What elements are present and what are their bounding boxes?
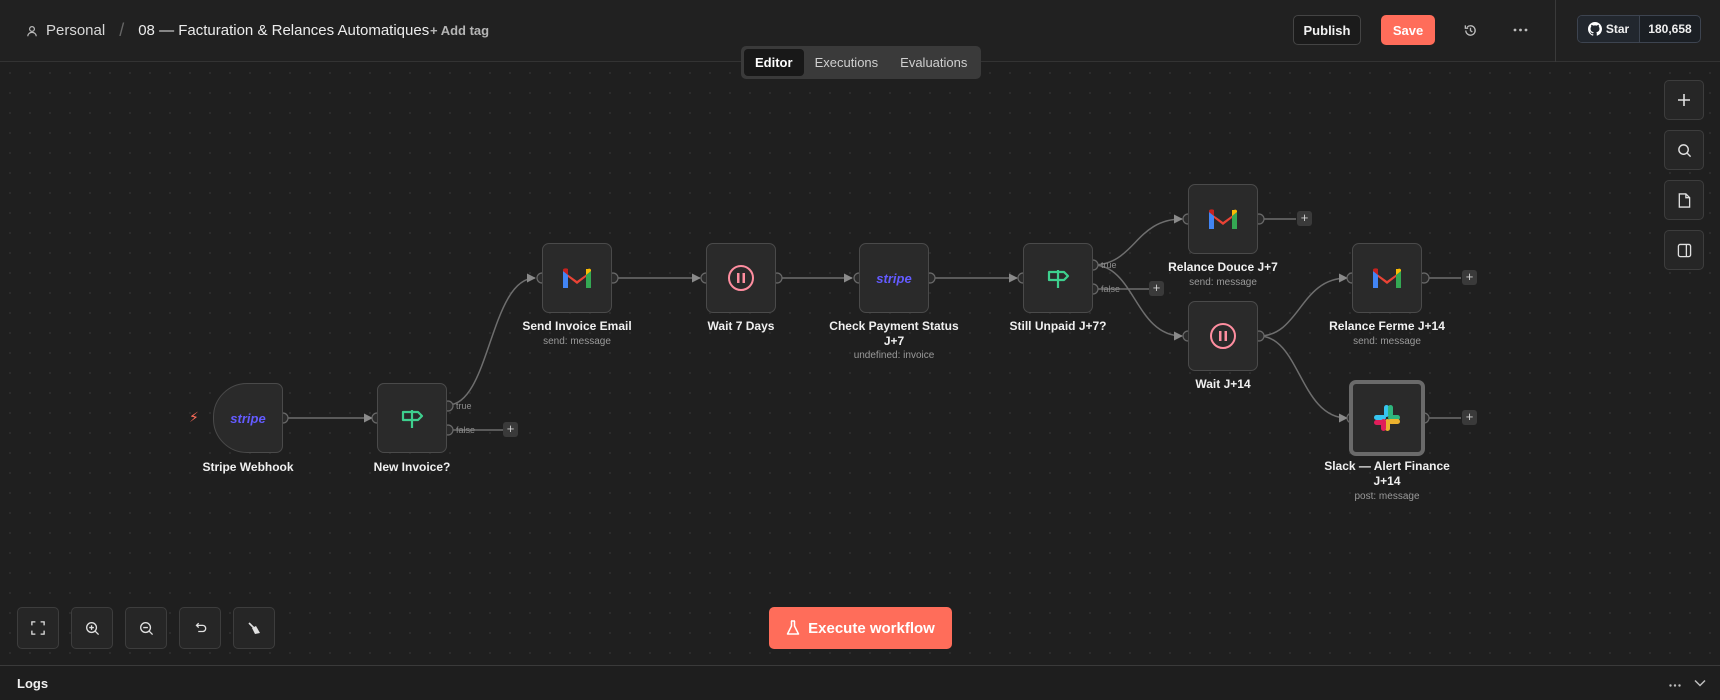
sticky-note-button[interactable] bbox=[1664, 180, 1704, 220]
pause-icon bbox=[728, 265, 754, 291]
zoom-out-icon bbox=[139, 621, 153, 635]
broom-icon bbox=[248, 622, 260, 634]
node-label-wait-j14: Wait J+14 bbox=[1195, 377, 1251, 391]
person-icon bbox=[27, 25, 37, 36]
gmail-logo-icon bbox=[1373, 268, 1401, 288]
header-divider bbox=[1555, 0, 1556, 62]
branch-true-label: true bbox=[1101, 260, 1117, 270]
node-still-unpaid[interactable] bbox=[1023, 243, 1093, 313]
node-relance-douce[interactable] bbox=[1188, 184, 1258, 254]
panel-icon bbox=[1677, 243, 1691, 257]
node-label-stripe-webhook: Stripe Webhook bbox=[202, 460, 294, 474]
node-label-check-payment-status: Check Payment Status J+7 bbox=[829, 319, 959, 348]
node-label-slack-alert: Slack — Alert Finance J+14 bbox=[1324, 459, 1450, 488]
stripe-logo-icon: stripe bbox=[230, 410, 266, 426]
node-wait-7-days[interactable] bbox=[706, 243, 776, 313]
plus-icon bbox=[1678, 94, 1690, 106]
pause-icon bbox=[1210, 323, 1236, 349]
gmail-logo-icon bbox=[1209, 209, 1237, 229]
tidy-up-button[interactable] bbox=[233, 607, 275, 649]
node-check-payment-status[interactable]: stripe bbox=[859, 243, 929, 313]
tab-evaluations[interactable]: Evaluations bbox=[889, 49, 978, 76]
flask-icon bbox=[786, 620, 800, 635]
node-new-invoice[interactable] bbox=[377, 383, 447, 453]
node-label-send-invoice-email: Send Invoice Email bbox=[522, 319, 632, 333]
github-icon bbox=[1587, 22, 1602, 36]
github-star-count[interactable]: 180,658 bbox=[1640, 16, 1700, 42]
zoom-in-button[interactable] bbox=[71, 607, 113, 649]
github-star-widget[interactable]: Star 180,658 bbox=[1577, 15, 1701, 43]
workflow-canvas[interactable] bbox=[0, 63, 1720, 665]
add-tag-button[interactable]: + Add tag bbox=[430, 23, 489, 38]
history-icon[interactable] bbox=[1460, 20, 1480, 40]
publish-button[interactable]: Publish bbox=[1293, 15, 1361, 45]
toggle-panel-button[interactable] bbox=[1664, 230, 1704, 270]
add-node-button[interactable]: + bbox=[1462, 410, 1477, 425]
search-button[interactable] bbox=[1664, 130, 1704, 170]
branch-false-label: false bbox=[1101, 284, 1121, 294]
add-node-button[interactable]: + bbox=[1297, 211, 1312, 226]
github-star-button[interactable]: Star bbox=[1578, 16, 1640, 42]
more-options-icon[interactable] bbox=[1510, 20, 1530, 40]
node-slack-alert[interactable] bbox=[1349, 380, 1425, 456]
fit-view-button[interactable] bbox=[17, 607, 59, 649]
view-tabs: Editor Executions Evaluations bbox=[741, 46, 981, 79]
branch-true-label: true bbox=[456, 401, 472, 411]
tab-editor[interactable]: Editor bbox=[744, 49, 804, 76]
breadcrumb-separator: / bbox=[119, 20, 125, 40]
note-icon bbox=[1678, 192, 1691, 208]
node-label-wait-7-days: Wait 7 Days bbox=[707, 319, 775, 333]
save-button[interactable]: Save bbox=[1381, 15, 1435, 45]
execute-workflow-label: Execute workflow bbox=[808, 619, 935, 637]
trigger-bolt-icon: ⚡ bbox=[189, 409, 199, 425]
node-label-relance-douce: Relance Douce J+7 bbox=[1168, 260, 1278, 274]
tab-executions[interactable]: Executions bbox=[804, 49, 890, 76]
zoom-in-icon bbox=[85, 621, 99, 635]
gmail-logo-icon bbox=[563, 268, 591, 288]
node-subtitle-check-payment-status: undefined: invoice bbox=[853, 350, 935, 361]
node-subtitle-slack-alert: post: message bbox=[1354, 491, 1420, 502]
node-subtitle-relance-douce: send: message bbox=[1189, 277, 1257, 288]
add-node-button[interactable]: + bbox=[1462, 270, 1477, 285]
node-subtitle-send-invoice-email: send: message bbox=[543, 336, 611, 347]
undo-icon bbox=[195, 622, 207, 633]
logs-panel[interactable]: Logs bbox=[0, 665, 1720, 700]
node-label-new-invoice: New Invoice? bbox=[373, 460, 451, 474]
breadcrumb: Personal / 08 — Facturation & Relances A… bbox=[26, 20, 429, 41]
node-relance-ferme[interactable] bbox=[1352, 243, 1422, 313]
workflow-title[interactable]: 08 — Facturation & Relances Automatiques bbox=[138, 22, 429, 39]
signpost-icon bbox=[401, 410, 424, 428]
node-label-still-unpaid: Still Unpaid J+7? bbox=[1009, 319, 1107, 333]
execute-workflow-button[interactable]: Execute workflow bbox=[769, 607, 952, 649]
zoom-out-button[interactable] bbox=[125, 607, 167, 649]
chevron-down-icon[interactable] bbox=[1694, 675, 1706, 690]
search-icon bbox=[1677, 143, 1691, 157]
logs-title: Logs bbox=[17, 676, 49, 691]
github-star-label: Star bbox=[1605, 22, 1630, 36]
fullscreen-icon bbox=[31, 621, 45, 635]
add-node-button[interactable]: + bbox=[503, 422, 518, 437]
node-subtitle-relance-ferme: send: message bbox=[1353, 336, 1421, 347]
branch-false-label: false bbox=[456, 425, 476, 435]
logs-more-icon[interactable] bbox=[1669, 675, 1681, 690]
add-node-panel-button[interactable] bbox=[1664, 80, 1704, 120]
reset-zoom-button[interactable] bbox=[179, 607, 221, 649]
slack-logo-icon bbox=[1374, 405, 1400, 431]
stripe-logo-icon: stripe bbox=[876, 270, 912, 286]
breadcrumb-project[interactable]: Personal bbox=[46, 22, 105, 39]
node-send-invoice-email[interactable] bbox=[542, 243, 612, 313]
node-stripe-webhook[interactable]: stripe bbox=[213, 383, 283, 453]
signpost-icon bbox=[1047, 270, 1070, 288]
node-wait-j14[interactable] bbox=[1188, 301, 1258, 371]
node-label-relance-ferme: Relance Ferme J+14 bbox=[1329, 319, 1445, 333]
